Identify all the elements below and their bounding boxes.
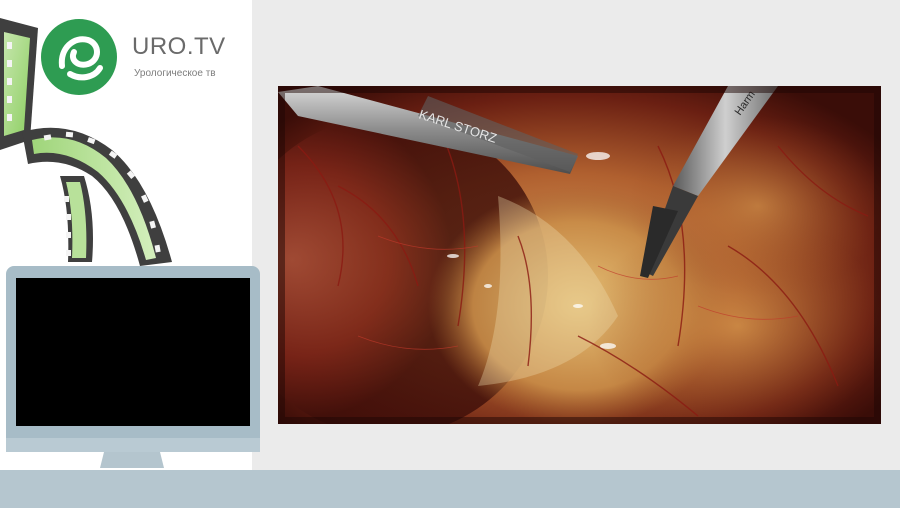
- brand-tagline: Урологическое тв: [134, 68, 216, 79]
- bottom-bar: [0, 470, 900, 508]
- uro-tv-logo-icon: [41, 19, 117, 95]
- monitor-icon: [6, 266, 260, 468]
- brand-name: URO.TV: [132, 33, 226, 60]
- surgery-video-frame[interactable]: KARL STORZ Harm: [278, 86, 881, 424]
- laparoscopic-surgery-image: KARL STORZ Harm: [278, 86, 881, 424]
